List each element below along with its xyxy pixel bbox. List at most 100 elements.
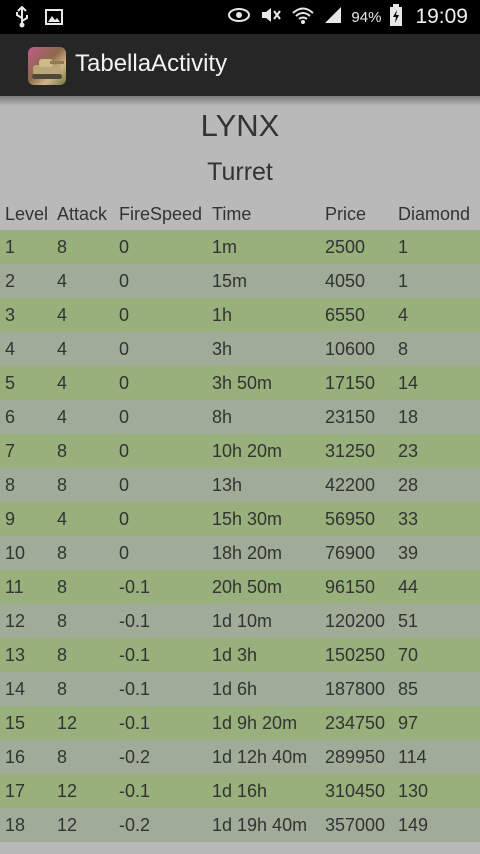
cell-price: 4050 bbox=[325, 270, 366, 291]
cell-time: 1d 10m bbox=[212, 610, 273, 631]
cell-level: 14 bbox=[5, 678, 26, 699]
cell-price: 6550 bbox=[325, 304, 366, 325]
header-level: Level bbox=[5, 204, 49, 224]
cell-firespeed: -0.2 bbox=[119, 814, 151, 835]
cell-attack: 8 bbox=[57, 440, 68, 461]
cell-price: 289950 bbox=[325, 746, 386, 767]
cell-firespeed: 0 bbox=[119, 474, 130, 495]
cell-firespeed: 0 bbox=[119, 304, 130, 325]
cell-time: 1d 16h bbox=[212, 780, 268, 801]
battery-percentage: 94% bbox=[351, 8, 382, 26]
cell-attack: 4 bbox=[57, 508, 68, 529]
cell-diamond: 4 bbox=[398, 304, 409, 325]
cell-level: 8 bbox=[5, 474, 16, 495]
cell-attack: 8 bbox=[57, 474, 68, 495]
vehicle-name: LYNX bbox=[200, 108, 280, 143]
cell-time: 1m bbox=[212, 236, 238, 257]
app-icon[interactable] bbox=[28, 47, 66, 85]
cell-diamond: 33 bbox=[398, 508, 419, 529]
cell-firespeed: 0 bbox=[119, 542, 130, 563]
header-time: Time bbox=[212, 204, 252, 224]
cell-diamond: 8 bbox=[398, 338, 409, 359]
cell-diamond: 70 bbox=[398, 644, 419, 665]
battery-icon bbox=[389, 3, 403, 31]
cell-time: 1d 9h 20m bbox=[212, 712, 298, 733]
table-row: 2 4 0 15m 4050 1 bbox=[0, 264, 480, 298]
cell-level: 11 bbox=[5, 576, 24, 597]
cell-level: 9 bbox=[5, 508, 16, 529]
usb-icon bbox=[14, 5, 30, 33]
cell-attack: 8 bbox=[57, 542, 68, 563]
cell-diamond: 14 bbox=[398, 372, 419, 393]
cell-time: 1d 3h bbox=[212, 644, 258, 665]
cell-level: 3 bbox=[5, 304, 16, 325]
cell-time: 20h 50m bbox=[212, 576, 283, 597]
cell-time: 1d 19h 40m bbox=[212, 814, 308, 835]
table-row: 1 8 0 1m 2500 1 bbox=[0, 230, 480, 264]
section-name: Turret bbox=[207, 158, 273, 186]
cell-diamond: 85 bbox=[398, 678, 419, 699]
cell-attack: 12 bbox=[57, 712, 78, 733]
cell-diamond: 114 bbox=[398, 746, 427, 767]
action-bar: TabellaActivity bbox=[0, 34, 480, 98]
cell-price: 234750 bbox=[325, 712, 386, 733]
cell-price: 310450 bbox=[325, 780, 386, 801]
cell-price: 120200 bbox=[325, 610, 386, 631]
cell-attack: 4 bbox=[57, 338, 68, 359]
cell-firespeed: 0 bbox=[119, 270, 130, 291]
table-row: 3 4 0 1h 6550 4 bbox=[0, 298, 480, 332]
cell-time: 3h 50m bbox=[212, 372, 273, 393]
table-row: 17 12 -0.1 1d 16h 310450 130 bbox=[0, 774, 480, 808]
mute-icon bbox=[259, 5, 283, 30]
table-header: Level Attack FireSpeed Time Price Diamon… bbox=[0, 199, 480, 230]
cell-attack: 8 bbox=[57, 236, 68, 257]
cell-firespeed: -0.2 bbox=[119, 746, 151, 767]
cell-attack: 8 bbox=[57, 678, 68, 699]
table-row: 11 8 -0.1 20h 50m 96150 44 bbox=[0, 570, 480, 604]
table-body: 1 8 0 1m 2500 1 2 4 0 15m 4050 1 3 4 0 1h 6550 4 4 4 0 3h 1060… bbox=[0, 230, 480, 842]
cell-firespeed: 0 bbox=[119, 372, 130, 393]
header-attack: Attack bbox=[57, 204, 108, 224]
cell-level: 15 bbox=[5, 712, 26, 733]
cell-diamond: 51 bbox=[398, 610, 419, 631]
cell-firespeed: -0.1 bbox=[119, 780, 151, 801]
cell-firespeed: -0.1 bbox=[119, 712, 151, 733]
cell-attack: 4 bbox=[57, 406, 68, 427]
eye-icon bbox=[227, 7, 251, 28]
cell-level: 16 bbox=[5, 746, 26, 767]
cell-attack: 4 bbox=[57, 270, 68, 291]
cell-time: 15h 30m bbox=[212, 508, 283, 529]
cell-price: 31250 bbox=[325, 440, 376, 461]
cell-firespeed: -0.1 bbox=[119, 576, 151, 597]
activity-title: TabellaActivity bbox=[75, 50, 228, 77]
cell-time: 15m bbox=[212, 270, 248, 291]
cell-firespeed: 0 bbox=[119, 236, 130, 257]
cell-level: 17 bbox=[5, 780, 26, 801]
main-content: LYNX Turret Level Attack FireSpeed Time … bbox=[0, 96, 480, 854]
cell-time: 13h bbox=[212, 474, 243, 495]
cell-price: 17150 bbox=[325, 372, 376, 393]
cell-time: 1d 6h bbox=[212, 678, 258, 699]
cell-level: 12 bbox=[5, 610, 26, 631]
cell-firespeed: 0 bbox=[119, 440, 130, 461]
table-row: 8 8 0 13h 42200 28 bbox=[0, 468, 480, 502]
cell-firespeed: -0.1 bbox=[119, 678, 151, 699]
cell-time: 8h bbox=[212, 406, 233, 427]
cell-diamond: 18 bbox=[398, 406, 419, 427]
header-price: Price bbox=[325, 204, 367, 224]
cell-level: 7 bbox=[5, 440, 16, 461]
signal-icon bbox=[323, 5, 343, 30]
cell-attack: 12 bbox=[57, 780, 78, 801]
cell-level: 13 bbox=[5, 644, 26, 665]
cell-attack: 4 bbox=[57, 372, 68, 393]
cell-level: 1 bbox=[5, 236, 16, 257]
cell-price: 150250 bbox=[325, 644, 386, 665]
cell-firespeed: 0 bbox=[119, 406, 130, 427]
cell-firespeed: -0.1 bbox=[119, 610, 151, 631]
header-diamond: Diamond bbox=[398, 204, 471, 224]
cell-level: 5 bbox=[5, 372, 16, 393]
cell-diamond: 97 bbox=[398, 712, 419, 733]
cell-diamond: 130 bbox=[398, 780, 429, 801]
cell-level: 6 bbox=[5, 406, 16, 427]
cell-diamond: 1 bbox=[398, 236, 409, 257]
